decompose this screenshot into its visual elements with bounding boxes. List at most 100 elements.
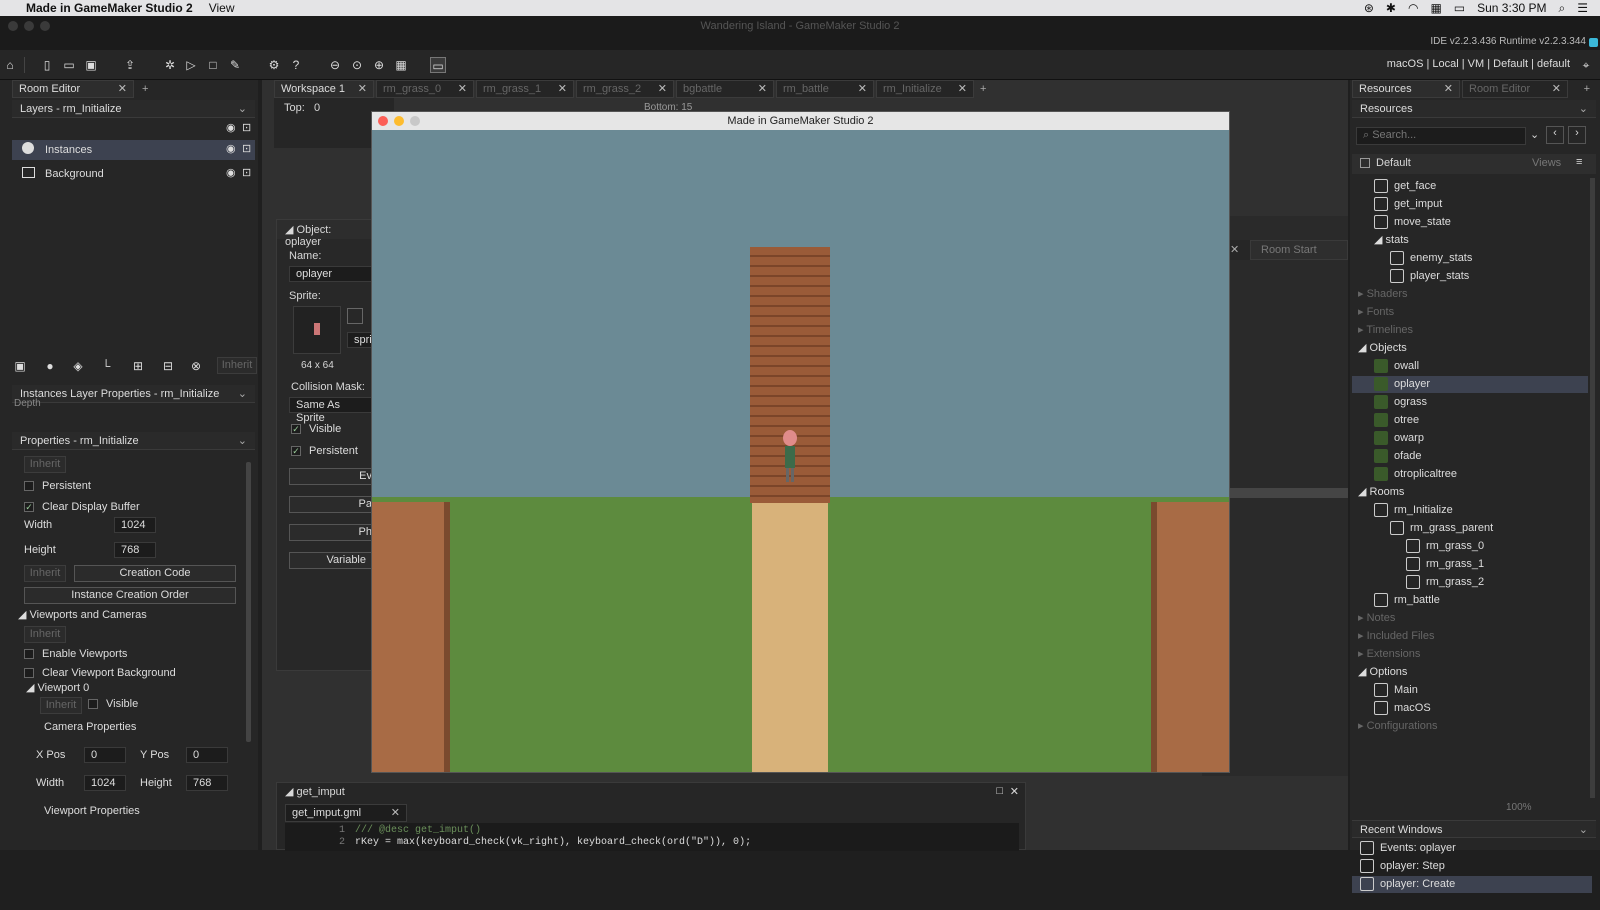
events-button[interactable]: Ev — [289, 468, 379, 485]
sprite-preview[interactable] — [293, 306, 341, 354]
view-menu[interactable]: View — [209, 1, 235, 15]
eye-icon[interactable]: ◉ — [226, 121, 236, 134]
persistent-checkbox[interactable] — [24, 481, 34, 492]
clock[interactable]: Sun 3:30 PM — [1477, 1, 1546, 15]
workspace-tab[interactable]: bgbattle ✕ — [676, 80, 774, 98]
cam-width-field[interactable]: 1024 — [84, 775, 126, 791]
close-icon[interactable]: ✕ — [658, 82, 667, 95]
workspace-tab[interactable]: rm_grass_1 ✕ — [476, 80, 574, 98]
triangle-down-icon[interactable]: ◢ — [1358, 486, 1370, 498]
obj-visible-row[interactable]: ✓ Visible — [291, 420, 341, 438]
layer-instances[interactable]: Instances ◉ ⊡ — [12, 140, 255, 160]
tree-item[interactable]: rm_battle — [1352, 592, 1588, 609]
bluetooth-icon[interactable]: ✱ — [1386, 1, 1396, 15]
add-tile-layer-icon[interactable]: ◈ — [70, 358, 86, 374]
tab-resources[interactable]: Resources ✕ — [1352, 80, 1460, 98]
add-asset-layer-icon[interactable]: ⊞ — [130, 358, 146, 374]
creation-code-button[interactable]: Creation Code — [74, 565, 236, 582]
close-icon[interactable]: ✕ — [458, 82, 467, 95]
grid-icon[interactable]: ▦ — [393, 57, 409, 73]
properties-header[interactable]: Properties - rm_Initialize ⌄ — [12, 432, 255, 450]
flag-icon[interactable]: ▦ — [1430, 1, 1441, 15]
obj-persistent-checkbox[interactable]: ✓ — [291, 446, 301, 457]
close-icon[interactable]: ✕ — [558, 82, 567, 95]
close-icon[interactable]: ✕ — [1010, 785, 1019, 798]
variable-button[interactable]: Variable — [289, 552, 379, 569]
close-icon[interactable]: ✕ — [1444, 82, 1453, 95]
add-path-layer-icon[interactable]: └ — [98, 358, 114, 374]
debug-icon[interactable]: ✲ — [162, 57, 178, 73]
clear-viewport-checkbox[interactable] — [24, 668, 34, 679]
cam-height-field[interactable]: 768 — [186, 775, 228, 791]
home-icon[interactable]: ⌂ — [2, 57, 18, 73]
triangle-right-icon[interactable]: ▸ — [1358, 612, 1367, 624]
workspace-tab[interactable]: rm_grass_2 ✕ — [576, 80, 674, 98]
workspace-tab[interactable]: rm_battle ✕ — [776, 80, 874, 98]
physics-button[interactable]: Ph — [289, 524, 379, 541]
viewport0-section[interactable]: ◢ Viewport 0 — [26, 679, 89, 697]
visible-row[interactable]: Visible — [88, 695, 138, 713]
close-window-icon[interactable] — [378, 116, 388, 126]
zoom-window-icon[interactable] — [410, 116, 420, 126]
close-icon[interactable]: ✕ — [858, 82, 867, 95]
chevron-down-icon[interactable]: ⌄ — [1579, 102, 1588, 115]
battery-icon[interactable]: ▭ — [1454, 1, 1465, 15]
close-icon[interactable]: ✕ — [1230, 243, 1239, 256]
triangle-right-icon[interactable]: ▸ — [1358, 720, 1367, 732]
tree-item[interactable]: macOS — [1352, 700, 1588, 717]
clean-icon[interactable]: ✎ — [227, 57, 243, 73]
viewports-section[interactable]: ◢ Viewports and Cameras — [18, 606, 147, 624]
search-input[interactable]: ⌕ Search... — [1356, 127, 1526, 145]
zoom-reset-icon[interactable]: ⊙ — [349, 57, 365, 73]
recent-window-item[interactable]: oplayer: Step — [1352, 858, 1592, 875]
tree-item[interactable]: rm_grass_0 — [1352, 538, 1588, 555]
workspace-tab[interactable]: Workspace 1 ✕ — [274, 80, 374, 98]
tree-item[interactable]: otroplicaltree — [1352, 466, 1588, 483]
settings-icon[interactable]: ⚙ — [266, 57, 282, 73]
close-icon[interactable]: ✕ — [758, 82, 767, 95]
minimize-window-icon[interactable] — [394, 116, 404, 126]
tree-item[interactable]: get_face — [1352, 178, 1588, 195]
tab-room-editor[interactable]: Room Editor ✕ — [12, 80, 134, 98]
add-tab-icon[interactable]: + — [1584, 83, 1590, 95]
collision-mask-field[interactable]: Same As Sprite — [289, 397, 375, 424]
tree-item[interactable]: ▸ Notes — [1352, 610, 1588, 627]
add-tab-icon[interactable]: + — [142, 83, 148, 95]
add-background-layer-icon[interactable]: ▣ — [12, 358, 28, 374]
clear-display-checkbox[interactable]: ✓ — [24, 502, 34, 513]
export-icon[interactable]: ⇪ — [122, 57, 138, 73]
open-project-icon[interactable]: ▭ — [61, 57, 77, 73]
help-icon[interactable]: ? — [288, 57, 304, 73]
resources-header[interactable]: Resources ⌄ — [1352, 100, 1596, 118]
enable-viewports-checkbox[interactable] — [24, 649, 34, 660]
target-selector[interactable]: macOS | Local | VM | Default | default — [1387, 58, 1570, 70]
inherit-viewports-button[interactable]: Inherit — [24, 626, 66, 643]
code-tab[interactable]: get_imput.gml ✕ — [285, 804, 407, 822]
tree-item[interactable]: ◢ Options — [1352, 664, 1588, 681]
eye-icon[interactable]: ◉ — [226, 164, 236, 182]
save-project-icon[interactable]: ▣ — [83, 57, 99, 73]
tree-item[interactable]: ▸ Included Files — [1352, 628, 1588, 645]
edit-sprite-icon[interactable] — [347, 308, 363, 324]
object-name-field[interactable]: oplayer — [289, 266, 375, 282]
triangle-down-icon[interactable]: ◢ — [1358, 342, 1370, 354]
tree-item[interactable]: rm_grass_parent — [1352, 520, 1588, 537]
lock-icon[interactable]: ⊡ — [242, 164, 251, 182]
parent-button[interactable]: Pa — [289, 496, 379, 513]
chat-icon[interactable] — [1589, 38, 1598, 47]
close-icon[interactable]: ✕ — [958, 82, 967, 95]
tree-item[interactable]: owarp — [1352, 430, 1588, 447]
new-project-icon[interactable]: ▯ — [39, 57, 55, 73]
persistent-row[interactable]: Persistent — [24, 477, 91, 495]
delete-layer-icon[interactable]: ⊗ — [188, 358, 204, 374]
inherit-layers-button[interactable]: Inherit — [217, 357, 257, 374]
layers-header[interactable]: Layers - rm_Initialize ⌄ — [12, 100, 255, 118]
room-height-field[interactable]: 768 — [114, 542, 156, 558]
lock-icon[interactable]: ⊡ — [242, 140, 251, 158]
close-window-icon[interactable] — [8, 21, 18, 31]
chevron-down-icon[interactable]: ⌄ — [238, 434, 247, 447]
visible-checkbox[interactable] — [88, 699, 98, 710]
obj-visible-checkbox[interactable]: ✓ — [291, 424, 301, 435]
close-icon[interactable]: ✕ — [118, 82, 127, 95]
layer-background[interactable]: Background ◉ ⊡ — [12, 164, 255, 184]
